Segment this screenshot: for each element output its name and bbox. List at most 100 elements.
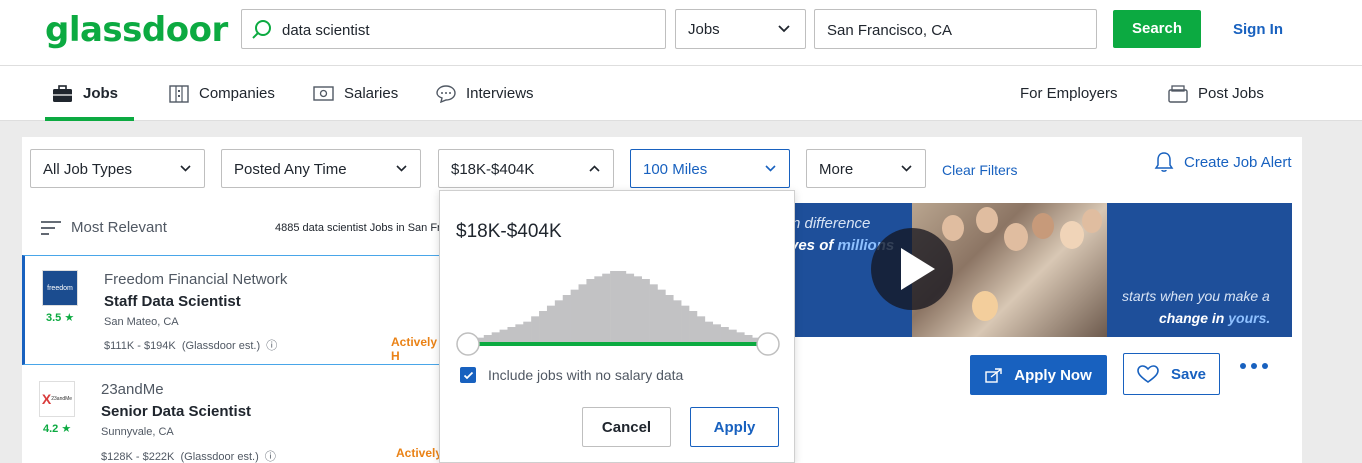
job-types-label: All Job Types bbox=[43, 161, 132, 178]
job-list-panel: Most Relevant 4885 data scientist Jobs i… bbox=[22, 203, 442, 463]
histogram-bar bbox=[704, 321, 714, 343]
salary-min-handle[interactable] bbox=[456, 332, 480, 356]
nav-post-jobs-label: Post Jobs bbox=[1198, 85, 1264, 102]
clear-filters-link[interactable]: Clear Filters bbox=[942, 162, 1017, 178]
bell-icon bbox=[1154, 152, 1174, 172]
nav-jobs[interactable]: Jobs bbox=[52, 66, 118, 121]
job-salary: $111K - $194K (Glassdoor est.) ⓘ bbox=[104, 340, 278, 352]
nav-post-jobs[interactable]: Post Jobs bbox=[1168, 66, 1264, 121]
histogram-bar bbox=[507, 327, 516, 343]
histogram-bar bbox=[720, 327, 729, 343]
job-card[interactable]: X 23andMe 4.2 ★ 23andMe Senior Data Scien… bbox=[22, 367, 442, 463]
job-salary: $128K - $222K (Glassdoor est.) ⓘ bbox=[101, 451, 276, 463]
nav-interviews[interactable]: Interviews bbox=[436, 66, 534, 121]
info-icon: ⓘ bbox=[264, 451, 276, 463]
banner-text: n difference bbox=[792, 215, 871, 232]
include-no-salary-row[interactable]: Include jobs with no salary data bbox=[460, 367, 683, 383]
location-input[interactable] bbox=[827, 18, 1087, 42]
job-detail-panel: n difference ves of millions starts when… bbox=[790, 203, 1302, 463]
histogram-bar bbox=[594, 276, 603, 343]
briefcase-icon bbox=[52, 84, 73, 103]
create-job-alert-link[interactable]: Create Job Alert bbox=[1154, 151, 1292, 173]
cancel-button[interactable]: Cancel bbox=[582, 407, 671, 447]
histogram-bar bbox=[625, 273, 635, 343]
histogram-bar bbox=[696, 316, 706, 343]
job-title[interactable]: Senior Data Scientist bbox=[101, 403, 251, 420]
nav-companies[interactable]: Companies bbox=[169, 66, 275, 121]
distance-label: 100 Miles bbox=[643, 161, 708, 178]
heart-icon bbox=[1137, 364, 1159, 383]
actively-hiring-badge: Actively H bbox=[391, 335, 438, 363]
apply-now-label: Apply Now bbox=[1014, 366, 1092, 384]
histogram-bar bbox=[499, 329, 508, 343]
nav-jobs-label: Jobs bbox=[83, 85, 119, 102]
external-link-icon bbox=[985, 367, 1002, 383]
salary-histogram[interactable] bbox=[440, 191, 796, 361]
nav-salaries-label: Salaries bbox=[344, 85, 399, 102]
save-label: Save bbox=[1170, 365, 1207, 383]
company-rating: 4.2 ★ bbox=[43, 423, 72, 435]
histogram-bar bbox=[578, 284, 587, 343]
company-rating: 3.5 ★ bbox=[46, 312, 75, 324]
star-icon: ★ bbox=[64, 312, 75, 324]
posted-label: Posted Any Time bbox=[234, 161, 347, 178]
play-video-button[interactable] bbox=[871, 228, 953, 310]
salary-max-handle[interactable] bbox=[756, 332, 780, 356]
histogram-bar bbox=[515, 324, 524, 343]
include-no-salary-checkbox[interactable] bbox=[460, 367, 476, 383]
create-job-alert-label: Create Job Alert bbox=[1184, 153, 1292, 171]
info-icon: ⓘ bbox=[266, 340, 278, 352]
save-button[interactable]: Save bbox=[1123, 353, 1220, 395]
histogram-bar bbox=[523, 321, 532, 343]
more-filter[interactable]: More bbox=[806, 149, 926, 188]
nav-for-employers-label: For Employers bbox=[1020, 85, 1118, 102]
histogram-bar bbox=[483, 335, 492, 343]
job-card[interactable]: freedom 3.5 ★ Freedom Financial Network … bbox=[22, 255, 442, 365]
more-options-icon[interactable] bbox=[1240, 363, 1273, 369]
nav-interviews-label: Interviews bbox=[466, 85, 534, 102]
company-logo: X 23andMe bbox=[39, 381, 75, 417]
histogram-bar bbox=[673, 300, 682, 343]
histogram-bar bbox=[689, 311, 698, 343]
histogram-bar bbox=[649, 284, 658, 343]
histogram-bar bbox=[633, 276, 642, 343]
sort-icon[interactable] bbox=[40, 220, 62, 236]
sort-label[interactable]: Most Relevant bbox=[71, 219, 167, 236]
banner-text: starts when you make a bbox=[1122, 288, 1270, 304]
sign-in-link[interactable]: Sign In bbox=[1233, 21, 1283, 38]
histogram-bar bbox=[531, 316, 540, 343]
company-name: 23andMe bbox=[101, 381, 164, 398]
employer-video-banner[interactable]: n difference ves of millions starts when… bbox=[790, 203, 1292, 337]
histogram-bar bbox=[641, 279, 650, 343]
search-button[interactable]: Search bbox=[1113, 10, 1201, 48]
histogram-bar bbox=[562, 295, 571, 343]
location-box[interactable] bbox=[814, 9, 1097, 49]
posted-filter[interactable]: Posted Any Time bbox=[221, 149, 421, 188]
post-jobs-icon bbox=[1168, 84, 1188, 103]
keyword-search-box[interactable] bbox=[241, 9, 666, 49]
histogram-bar bbox=[610, 271, 619, 343]
nav-companies-label: Companies bbox=[199, 85, 275, 102]
histogram-bar bbox=[586, 279, 595, 343]
banner-text: change in yours. bbox=[1159, 310, 1271, 326]
histogram-bar bbox=[736, 332, 745, 343]
salary-filter[interactable]: $18K-$404K bbox=[438, 149, 614, 188]
histogram-bar bbox=[618, 271, 627, 343]
glassdoor-logo[interactable]: glassdoor bbox=[45, 10, 228, 50]
chevron-down-icon bbox=[396, 165, 407, 172]
search-type-select[interactable]: Jobs bbox=[675, 9, 806, 49]
chevron-down-icon bbox=[765, 165, 776, 172]
apply-button[interactable]: Apply bbox=[690, 407, 779, 447]
job-types-filter[interactable]: All Job Types bbox=[30, 149, 205, 188]
histogram-bar bbox=[744, 335, 753, 343]
nav-salaries[interactable]: Salaries bbox=[313, 66, 398, 121]
job-title[interactable]: Staff Data Scientist bbox=[104, 293, 241, 310]
apply-now-button[interactable]: Apply Now bbox=[970, 355, 1107, 395]
histogram-bar bbox=[712, 324, 721, 343]
include-no-salary-label: Include jobs with no salary data bbox=[488, 367, 684, 383]
nav-for-employers[interactable]: For Employers bbox=[1020, 66, 1118, 121]
distance-filter[interactable]: 100 Miles bbox=[630, 149, 790, 188]
keyword-search-input[interactable] bbox=[282, 18, 652, 42]
histogram-bar bbox=[728, 329, 737, 343]
search-icon bbox=[252, 20, 271, 39]
